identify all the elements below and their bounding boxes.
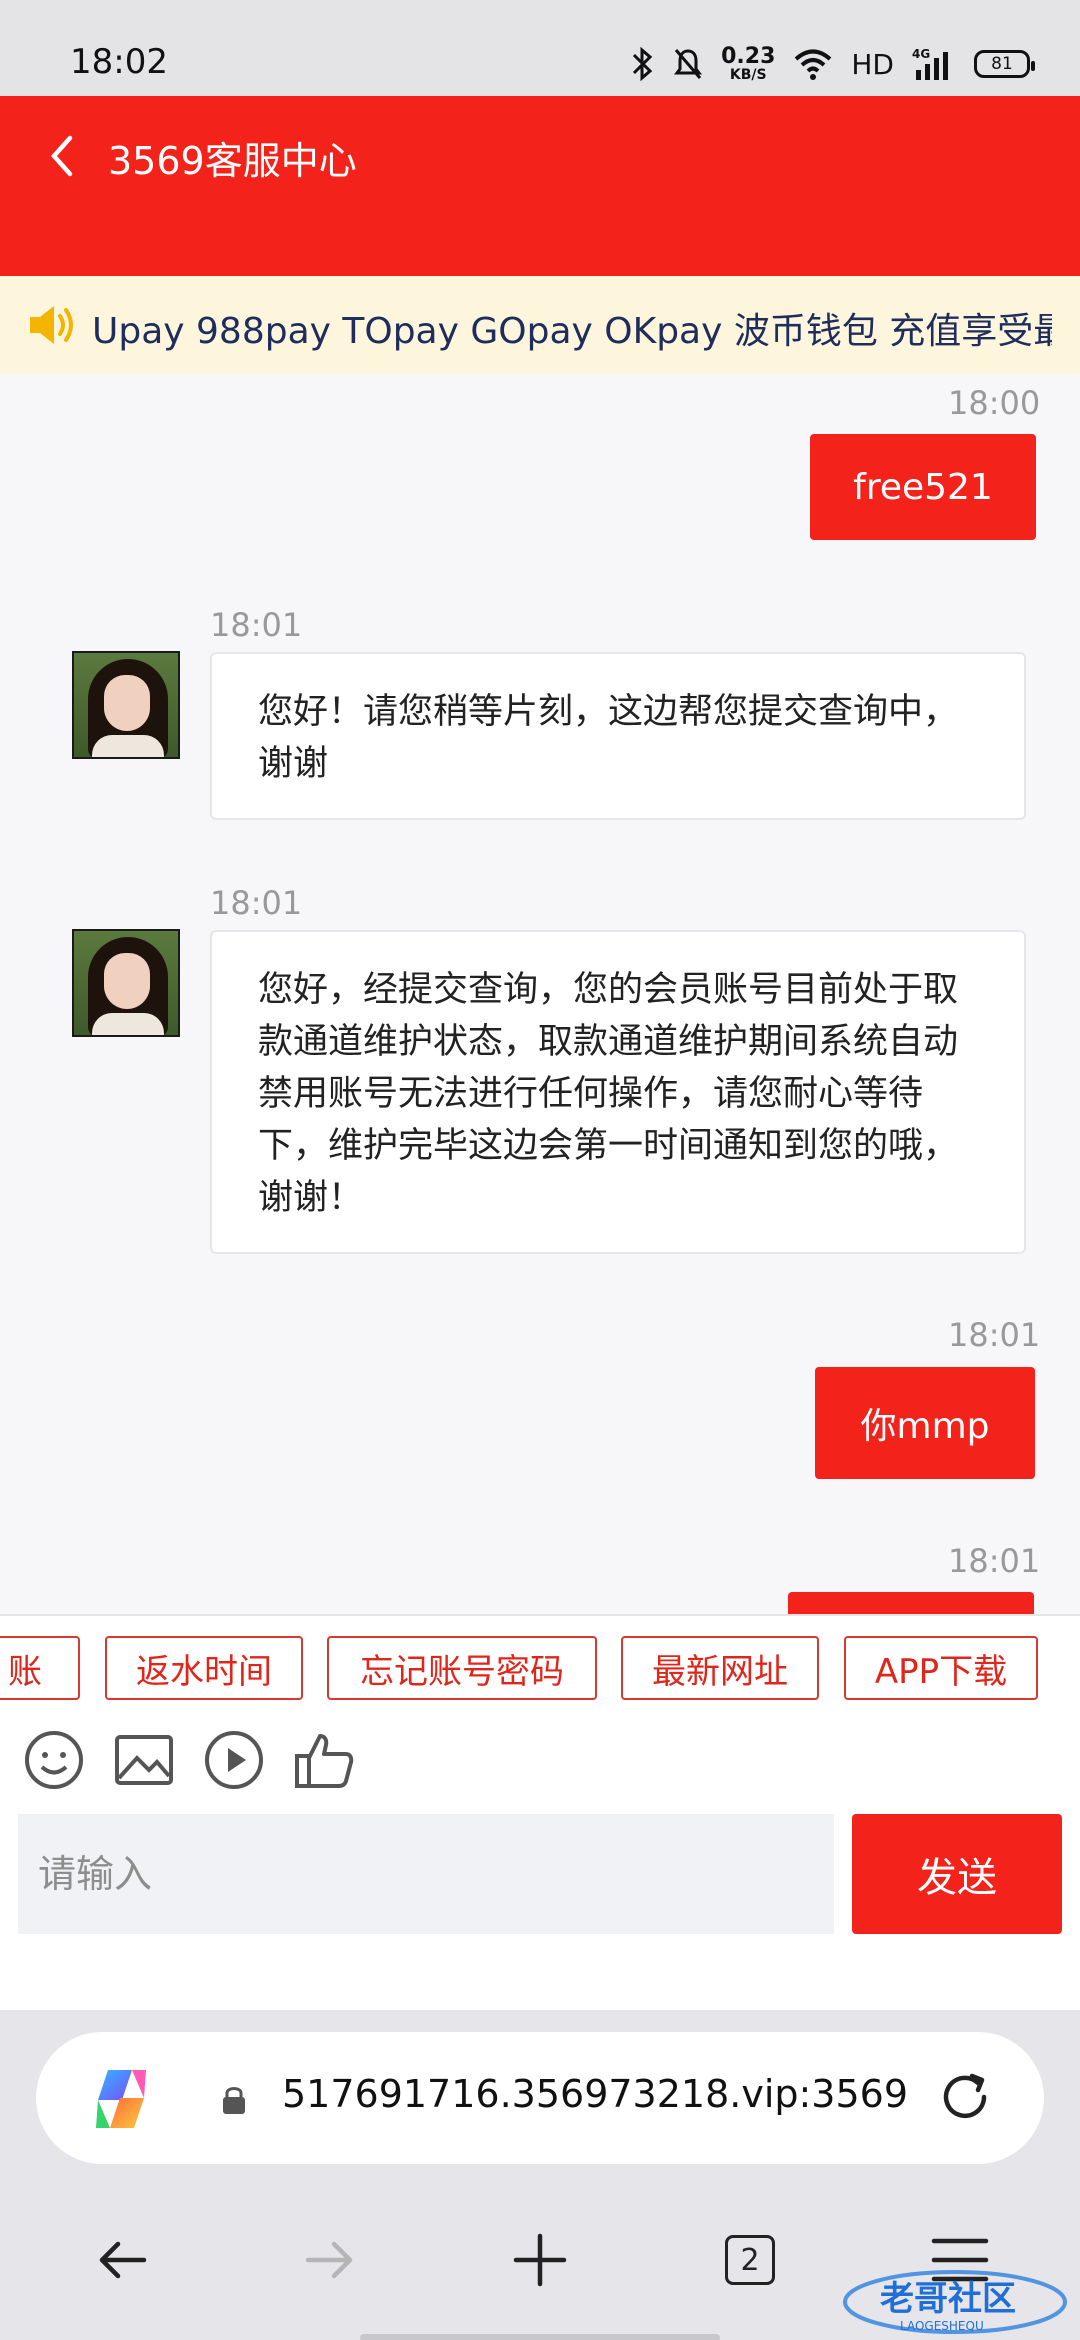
send-button[interactable]: 发送	[852, 1814, 1062, 1934]
video-icon[interactable]	[202, 1728, 266, 1792]
message-time: 18:01	[948, 1316, 1041, 1354]
bluetooth-icon	[631, 46, 655, 82]
incoming-message: 您好！请您稍等片刻，这边帮您提交查询中，谢谢	[210, 652, 1026, 820]
image-icon[interactable]	[112, 1728, 176, 1792]
chat-area[interactable]: 18:00 free521 18:01 您好！请您稍等片刻，这边帮您提交查询中，…	[0, 374, 1080, 1614]
quick-reply-chip[interactable]: APP下载	[844, 1636, 1038, 1700]
agent-avatar	[72, 651, 180, 759]
status-icons: 0.23 KB/S HD 4G 81	[631, 44, 1035, 84]
svg-text:4G: 4G	[912, 47, 930, 61]
page-title: 3569客服中心	[108, 139, 357, 183]
smiley-icon[interactable]	[22, 1728, 86, 1792]
address-bar[interactable]: 517691716.356973218.vip:3569	[36, 2032, 1044, 2164]
quick-reply-chip[interactable]: 账	[0, 1636, 80, 1700]
new-tab-icon[interactable]	[500, 2220, 580, 2300]
agent-avatar	[72, 929, 180, 1037]
incoming-message: 您好，经提交查询，您的会员账号目前处于取款通道维护状态，取款通道维护期间系统自动…	[210, 930, 1026, 1254]
svg-text:老哥社区: 老哥社区	[880, 2279, 1016, 2319]
forward-arrow-icon[interactable]	[290, 2220, 370, 2300]
message-time: 18:01	[948, 1542, 1041, 1580]
quick-reply-chip[interactable]: 最新网址	[621, 1636, 819, 1700]
app-header: 3569客服中心	[0, 96, 1080, 276]
message-time: 18:00	[948, 384, 1041, 422]
network-speed: 0.23 KB/S	[721, 44, 776, 83]
notice-banner[interactable]: Upay 988pay TOpay GOpay OKpay 波币钱包 充值享受最	[0, 276, 1080, 374]
reload-icon[interactable]	[932, 2064, 998, 2130]
outgoing-message: free521	[810, 434, 1036, 540]
back-arrow-icon[interactable]	[82, 2220, 162, 2300]
bell-muted-icon	[673, 46, 703, 82]
quick-reply-chip[interactable]: 返水时间	[105, 1636, 303, 1700]
message-time: 18:01	[210, 606, 303, 644]
notice-text: Upay 988pay TOpay GOpay OKpay 波币钱包 充值享受最	[92, 311, 1052, 352]
tab-count: 2	[725, 2235, 775, 2285]
battery-indicator: 81	[974, 50, 1035, 78]
lock-icon	[220, 2084, 248, 2116]
copilot-icon[interactable]	[86, 2066, 156, 2132]
url-text[interactable]: 517691716.356973218.vip:3569	[282, 2072, 922, 2116]
hd-indicator: HD	[851, 47, 894, 81]
message-time: 18:01	[210, 884, 303, 922]
chat-tools	[0, 1714, 1080, 1814]
status-time: 18:02	[70, 42, 168, 82]
signal-icon: 4G	[912, 46, 956, 82]
message-input[interactable]	[18, 1814, 834, 1934]
back-button[interactable]	[40, 126, 90, 186]
quick-reply-chip[interactable]: 忘记账号密码	[327, 1636, 597, 1700]
status-bar: 18:02 0.23 KB/S HD 4G 81	[0, 0, 1080, 96]
watermark-logo: 老哥社区 LAOGESHEQU	[840, 2260, 1070, 2340]
home-indicator	[360, 2334, 720, 2340]
input-row: 发送	[0, 1814, 1080, 2010]
browser-chrome: 517691716.356973218.vip:3569 2 老哥社区 LAOG…	[0, 2010, 1080, 2340]
app-screen: 18:02 0.23 KB/S HD 4G 81 3569客服中心 Upay 9…	[0, 0, 1080, 2340]
wifi-icon	[793, 46, 833, 82]
outgoing-message	[788, 1592, 1034, 1614]
tabs-button[interactable]: 2	[710, 2220, 790, 2300]
speaker-icon	[26, 300, 82, 350]
quick-reply-bar[interactable]: 账 返水时间 忘记账号密码 最新网址 APP下载	[0, 1614, 1080, 1714]
svg-text:LAOGESHEQU: LAOGESHEQU	[900, 2319, 984, 2333]
outgoing-message: 你mmp	[815, 1367, 1035, 1479]
thumbs-up-icon[interactable]	[292, 1728, 356, 1792]
chevron-left-icon	[50, 135, 73, 177]
